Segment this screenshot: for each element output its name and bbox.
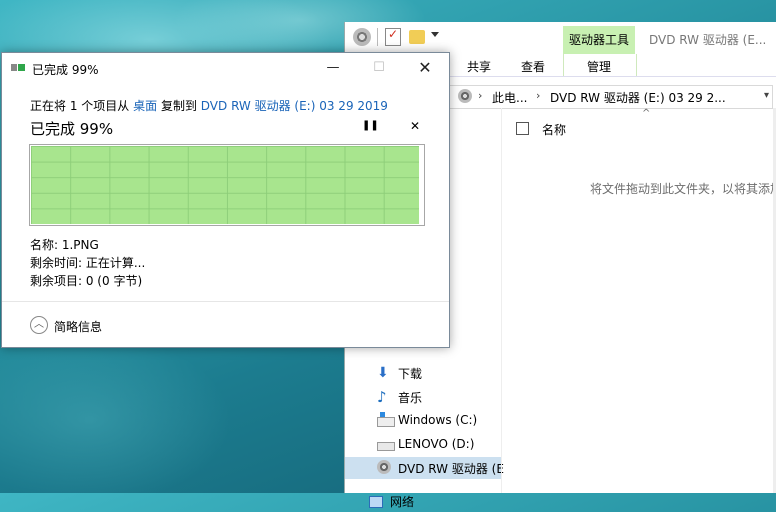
copy-status-line: 正在将 1 个项目从 桌面 复制到 DVD RW 驱动器 (E:) 03 29 … xyxy=(30,97,388,114)
dvd-disc-icon[interactable] xyxy=(353,28,371,46)
file-name: 名称: 1.PNG xyxy=(30,238,99,252)
time-remaining: 剩余时间: 正在计算... xyxy=(30,256,146,270)
progress-fill xyxy=(31,146,419,224)
drive-tools-tab-header: 驱动器工具 xyxy=(563,26,635,54)
copy-details: 名称: 1.PNG 剩余时间: 正在计算... 剩余项目: 0 (0 字节) xyxy=(30,236,145,290)
minimize-button[interactable]: — xyxy=(310,53,356,83)
sidebar-item-label: 音乐 xyxy=(398,391,423,405)
windows-drive-icon xyxy=(377,412,395,427)
chevron-right-icon[interactable]: › xyxy=(478,89,482,102)
dialog-titlebar: 已完成 99% — ☐ ✕ xyxy=(2,53,449,83)
sidebar-item-label: 下载 xyxy=(398,367,423,381)
sidebar-item-downloads[interactable]: ⬇ 下载 xyxy=(345,362,501,384)
items-remaining: 剩余项目: 0 (0 字节) xyxy=(30,274,143,288)
sidebar-item-label: LENOVO (D:) xyxy=(398,437,475,451)
stop-button[interactable]: ✕ xyxy=(408,119,422,133)
address-bar[interactable]: › 此电... › DVD RW 驱动器 (E:) 03 29 2... ▾ xyxy=(449,85,773,109)
status-middle: 复制到 xyxy=(160,99,197,113)
copy-progress-dialog: 已完成 99% — ☐ ✕ 正在将 1 个项目从 桌面 复制到 DVD RW 驱… xyxy=(1,52,450,348)
empty-folder-hint: 将文件拖动到此文件夹，以将其添加 xyxy=(590,182,776,196)
copy-icon xyxy=(11,63,25,73)
status-prefix: 正在将 1 个项目从 xyxy=(30,99,130,113)
dialog-divider xyxy=(2,301,449,302)
tab-share[interactable]: 共享 xyxy=(467,58,491,75)
properties-icon[interactable] xyxy=(385,27,401,46)
dvd-drive-icon xyxy=(377,460,391,474)
source-link[interactable]: 桌面 xyxy=(133,99,157,113)
dialog-title: 已完成 99% xyxy=(32,63,99,77)
new-folder-icon[interactable] xyxy=(409,30,425,44)
chevron-right-icon[interactable]: › xyxy=(536,89,540,102)
breadcrumb-dvd-drive[interactable]: DVD RW 驱动器 (E:) 03 29 2... xyxy=(550,89,726,106)
baidu-watermark xyxy=(592,404,732,484)
less-info-label: 简略信息 xyxy=(54,320,103,334)
sidebar-item-lenovo-d[interactable]: LENOVO (D:) xyxy=(345,434,501,456)
quick-access-toolbar: 驱动器工具 DVD RW 驱动器 (E... xyxy=(345,22,776,54)
percent-complete: 已完成 99% xyxy=(30,120,114,138)
breadcrumb-this-pc[interactable]: 此电... xyxy=(492,89,527,106)
sidebar-item-label: 网络 xyxy=(390,495,415,509)
music-icon: ♪ xyxy=(377,388,387,406)
customize-toolbar-arrow-icon[interactable] xyxy=(431,32,439,37)
sidebar-item-label: DVD RW 驱动器 (E xyxy=(398,462,504,476)
sort-up-icon: ^ xyxy=(642,108,651,119)
maximize-button[interactable]: ☐ xyxy=(356,53,402,83)
explorer-window-title: DVD RW 驱动器 (E... xyxy=(649,33,767,47)
sidebar-item-dvd-e[interactable]: DVD RW 驱动器 (E xyxy=(345,457,504,479)
sidebar-item-windows-c[interactable]: Windows (C:) xyxy=(345,410,501,432)
tab-manage[interactable]: 管理 xyxy=(587,58,611,75)
sidebar-item-label: Windows (C:) xyxy=(398,413,478,427)
column-name-header[interactable]: 名称 xyxy=(542,121,566,138)
toolbar-separator xyxy=(377,28,378,46)
download-icon: ⬇ xyxy=(377,365,389,381)
drive-icon xyxy=(377,442,395,451)
progress-graph xyxy=(29,144,425,226)
close-button[interactable]: ✕ xyxy=(402,53,448,83)
chevron-down-icon[interactable]: ▾ xyxy=(764,90,769,101)
chevron-up-icon: ︿ xyxy=(30,316,48,334)
column-header: 名称 ^ xyxy=(502,108,776,148)
destination-link[interactable]: DVD RW 驱动器 (E:) 03 29 2019 xyxy=(201,99,388,113)
sidebar-item-network[interactable]: 网络 xyxy=(345,490,501,512)
select-all-checkbox[interactable] xyxy=(516,122,529,135)
sidebar-item-music[interactable]: ♪ 音乐 xyxy=(345,386,501,408)
dvd-drive-icon xyxy=(458,89,472,103)
pause-button[interactable]: ❚❚ xyxy=(362,120,379,132)
tab-view[interactable]: 查看 xyxy=(521,58,545,75)
network-icon xyxy=(369,496,383,508)
